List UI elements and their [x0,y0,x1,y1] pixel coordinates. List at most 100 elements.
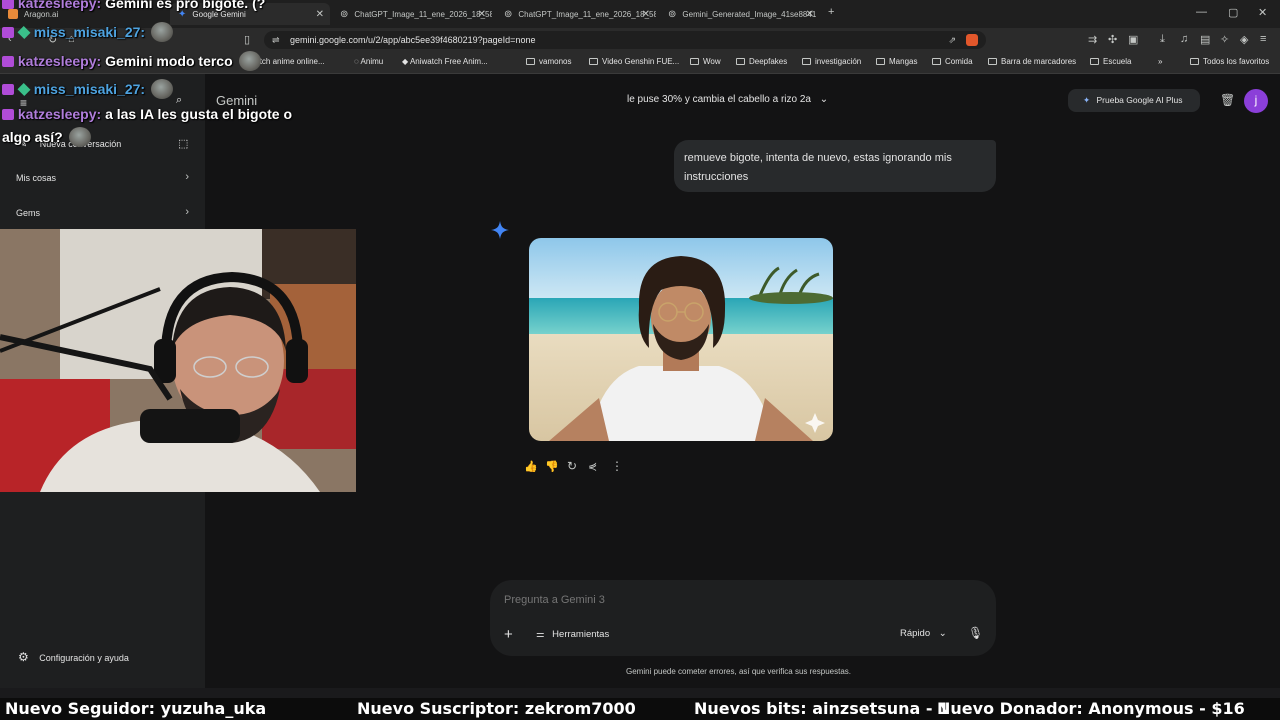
close-tab-icon[interactable]: ✕ [316,9,324,20]
bookmark-item[interactable]: vamonos [526,57,571,66]
folder-icon [1190,58,1199,65]
temporary-chat-icon[interactable]: ⬚ [178,137,188,150]
upgrade-button[interactable]: ✦ Prueba Google AI Plus [1068,89,1200,112]
extensions-icon[interactable]: ✣ [1108,33,1117,46]
chat-username: katzesleepy: [17,106,102,122]
site-info-icon[interactable]: ⇌ [272,31,280,49]
bookmark-item[interactable]: Deepfakes [736,57,787,66]
sidebar-toggle-icon[interactable]: ▣ [1128,33,1138,46]
monkey-emote-icon [68,127,91,147]
add-attachment-icon[interactable]: + [504,626,513,643]
user-message-bubble: remueve bigote, intenta de nuevo, estas … [674,140,996,192]
chevron-right-icon: › [185,171,189,183]
gear-icon: ⚙ [18,650,29,664]
new-follower-alert: Nuevo Seguidor: yuzuha_uka [5,699,267,718]
bookmark-item[interactable]: Video Genshin FUE... [589,57,679,66]
regenerate-icon[interactable]: ↻ [567,459,577,473]
heart-badge-icon [2,0,14,9]
maximize-icon[interactable]: ▢ [1228,6,1238,19]
downloads-icon[interactable]: ⤓ [1160,33,1165,46]
more-bookmarks-icon[interactable]: » [1158,57,1162,66]
chat-message: Gemini modo terco [105,53,233,69]
mode-selector[interactable]: Rápido ⌄ [900,628,947,639]
disclaimer-text: Gemini puede cometer errores, así que ve… [626,667,851,676]
microphone-icon[interactable]: 🎙 [968,626,983,640]
sidebar-item-label: Gems [16,208,41,218]
bookmark-item[interactable]: Barra de marcadores [988,57,1076,66]
trash-icon[interactable]: 🗑 [1220,93,1235,107]
media-icon[interactable]: ♫ [1180,33,1188,45]
close-tab-icon[interactable]: ✕ [806,9,814,20]
brave-shield-icon[interactable] [966,34,978,46]
chat-line: miss_misaki_27: [2,22,173,42]
chevron-right-icon: › [185,206,189,218]
image-favicon-icon: ⊚ [340,8,349,20]
chat-line: katzesleepy: Gemini modo terco [2,51,261,71]
prompt-input[interactable] [504,592,974,608]
streamer-webcam-image [0,229,356,492]
browser-tab[interactable]: ⊚ ChatGPT_Image_11_ene_2026_18_58 ✕ [332,3,492,25]
menu-icon[interactable]: ≡ [1260,33,1266,45]
avatar[interactable]: j [1244,89,1268,113]
url-bar[interactable]: ⇌ gemini.google.com/u/2/app/abc5ee39f468… [264,31,986,49]
chat-line: miss_misaki_27: [2,79,173,99]
shield-icon[interactable]: ◈ [1240,33,1248,46]
bookmark-item[interactable]: ◌ Animu [354,57,383,66]
tools-button[interactable]: ⚌ Herramientas [536,629,609,640]
chat-line: katzesleepy: Gemini es pro bigote. (? [2,0,265,11]
thumbs-down-icon[interactable]: 👎 [545,460,559,473]
bookmark-item[interactable]: Comida [932,57,973,66]
bookmark-item[interactable]: ◆ Aniwatch Free Anim... [402,57,488,66]
browser-tab[interactable]: ⊚ Gemini_Generated_Image_41se8841 ✕ [660,3,820,25]
sidebar-item-my-stuff[interactable]: Mis cosas › [16,171,205,183]
folder-icon [526,58,535,65]
folder-icon [876,58,885,65]
generated-image[interactable] [529,238,833,441]
settings-help-button[interactable]: ⚙ Configuración y ayuda [18,650,129,664]
stream-alerts-bar: Nuevo Seguidor: yuzuha_uka Nuevo Suscrip… [0,698,1280,720]
chevron-down-icon: ⌄ [819,94,829,105]
more-options-icon[interactable]: ⋮ [611,459,623,473]
leo-ai-icon[interactable]: ✧ [1220,33,1229,46]
gem-badge-icon [17,25,31,40]
chat-username: katzesleepy: [17,0,102,11]
folder-icon [1090,58,1099,65]
chat-message: Gemini es pro bigote. (? [105,0,266,11]
bookmark-item[interactable]: Escuela [1090,57,1131,66]
close-tab-icon[interactable]: ✕ [478,9,486,20]
chat-line: algo así? [2,127,91,147]
new-donor-alert: Nuevo Donador: Anonymous - $16 [937,699,1245,718]
new-tab-icon[interactable]: + [828,6,834,18]
url-text: gemini.google.com/u/2/app/abc5ee39f46802… [290,35,536,45]
heart-badge-icon [2,56,14,67]
tools-label: Herramientas [552,629,610,640]
wallet-icon[interactable]: ▤ [1200,33,1210,46]
mode-label: Rápido [900,628,931,639]
browser-tab[interactable]: ⊚ ChatGPT_Image_11_ene_2026_18_58 ✕ [496,3,656,25]
bookmark-item[interactable]: investigación [802,57,861,66]
minimize-icon[interactable]: — [1196,6,1207,18]
bookmark-item[interactable]: Wow [690,57,721,66]
folder-icon [988,58,997,65]
image-favicon-icon: ⊚ [668,8,677,20]
chevron-down-icon: ⌄ [938,628,947,639]
new-subscriber-alert: Nuevo Suscriptor: zekrom7000 [357,699,636,718]
sidebar-item-gems[interactable]: Gems › [16,206,205,218]
chat-message: algo así? [2,129,63,145]
bookmark-item[interactable]: Mangas [876,57,917,66]
chat-username: miss_misaki_27: [33,81,146,97]
share-icon[interactable]: ⋞ [588,460,597,473]
bookmark-icon[interactable]: ▯ [244,33,250,46]
sparkle-icon: ✦ [1083,95,1091,105]
share-icon[interactable]: ⇗ [948,31,956,49]
chat-title-dropdown[interactable]: le puse 30% y cambia el cabello a rizo 2… [627,94,828,105]
thumbs-up-icon[interactable]: 👍 [524,460,538,473]
close-tab-icon[interactable]: ✕ [642,9,650,20]
bookmark-item[interactable]: Todos los favoritos [1190,57,1269,66]
chat-username: miss_misaki_27: [33,24,146,40]
vpn-icon[interactable]: ⇉ [1088,33,1097,46]
close-window-icon[interactable]: ✕ [1258,6,1267,19]
heart-badge-icon [2,27,14,38]
folder-icon [589,58,598,65]
folder-icon [690,58,699,65]
